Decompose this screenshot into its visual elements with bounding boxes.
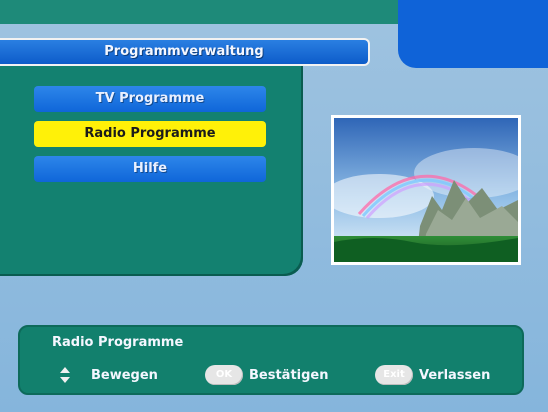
top-teal-band — [0, 0, 400, 24]
ok-button-icon: OK — [205, 365, 243, 385]
tv-menu-screen: Programmverwaltung TV Programme Radio Pr… — [0, 0, 548, 412]
up-down-arrows-icon — [59, 367, 71, 383]
top-blue-tab — [398, 0, 548, 68]
hint-confirm: OK Bestätigen — [205, 364, 329, 386]
menu-item-hilfe[interactable]: Hilfe — [34, 156, 266, 182]
page-title: Programmverwaltung — [0, 38, 370, 66]
hint-confirm-label: Bestätigen — [249, 367, 329, 383]
menu-item-tv-programme[interactable]: TV Programme — [34, 86, 266, 112]
help-title: Radio Programme — [52, 335, 184, 350]
hint-exit-label: Verlassen — [419, 367, 491, 383]
preview-window — [331, 115, 521, 265]
hint-move: Bewegen — [59, 364, 158, 386]
help-panel: Radio Programme Bewegen OK Bestätigen Ex… — [18, 325, 524, 395]
exit-button-icon: Exit — [375, 365, 413, 385]
landscape-preview-image — [334, 118, 518, 262]
menu-item-radio-programme[interactable]: Radio Programme — [34, 121, 266, 147]
hint-exit: Exit Verlassen — [375, 364, 490, 386]
hint-move-label: Bewegen — [91, 367, 158, 383]
